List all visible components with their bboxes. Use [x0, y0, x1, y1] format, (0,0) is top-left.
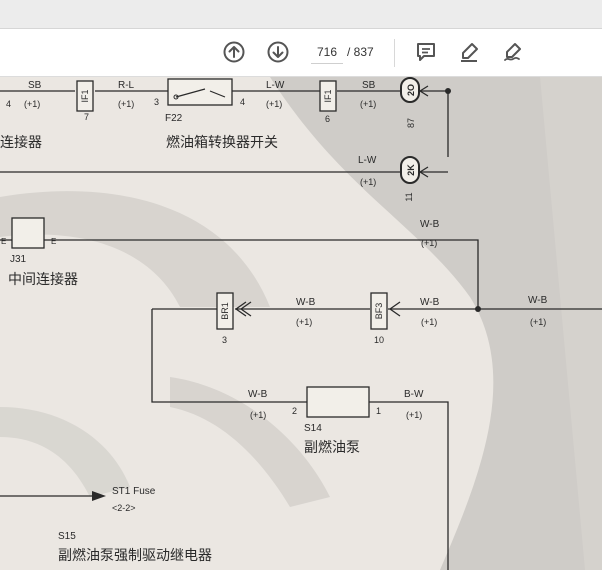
sb1-val: (+1): [24, 99, 40, 109]
switch-f22-box: [167, 78, 233, 106]
connector-2o-pin: 87: [406, 118, 416, 128]
comment-icon: [417, 43, 435, 61]
wiring-diagram: IF1 7 IF1 2O 2K BR1 BF3 SB (+1) 4 R-L (+…: [0, 77, 602, 570]
wb4-val: (+1): [530, 317, 546, 327]
wb3-label: W-B: [420, 297, 440, 308]
pdf-toolbar: 716 / 837: [0, 29, 602, 77]
connector-j31: [11, 217, 45, 249]
bw-val: (+1): [406, 410, 422, 420]
sb1-label: SB: [28, 80, 42, 91]
st1-ref: <2-2>: [112, 503, 136, 513]
s14-name: 副燃油泵: [304, 439, 360, 455]
j31-id: J31: [10, 254, 27, 265]
if1-left-label: IF1: [80, 89, 90, 102]
wb4-label: W-B: [528, 295, 548, 306]
br1-label: BR1: [220, 302, 230, 320]
f22-pin: 4: [240, 97, 245, 107]
bf3-pin: 10: [374, 335, 384, 345]
wb1-label: W-B: [420, 219, 440, 230]
highlighter-icon: [461, 43, 478, 62]
lw1-val: (+1): [266, 99, 282, 109]
previous-page-button[interactable]: [219, 37, 249, 67]
window-top-strip: [0, 0, 602, 29]
sign-icon: [504, 43, 521, 61]
s14-id: S14: [304, 423, 322, 434]
f22-id: F22: [165, 113, 183, 124]
page-number-input[interactable]: 716: [311, 41, 343, 64]
s14-pin1: 1: [376, 406, 381, 416]
j31-e1: E: [1, 237, 6, 246]
highlight-button[interactable]: [454, 37, 484, 67]
s15-name: 副燃油泵强制驱动继电器: [58, 547, 212, 563]
rl-num: 3: [154, 97, 159, 107]
arrow-down-circle-icon: [267, 41, 289, 63]
if1-right-label: IF1: [323, 89, 333, 102]
lw2-label: L-W: [358, 155, 377, 166]
s14-pin2: 2: [292, 406, 297, 416]
sb2-label: SB: [362, 80, 376, 91]
f22-name: 燃油箱转换器开关: [166, 134, 278, 150]
bw-label: B-W: [404, 389, 424, 400]
wb2-val: (+1): [296, 317, 312, 327]
connector-left-text: 连接器: [0, 134, 42, 150]
sign-button[interactable]: [498, 37, 528, 67]
s15-id: S15: [58, 531, 76, 542]
j31-e2: E: [51, 237, 56, 246]
rl-label: R-L: [118, 80, 135, 91]
toolbar-divider: [394, 39, 395, 67]
wb2-label: W-B: [296, 297, 316, 308]
sb1-num: 4: [6, 99, 11, 109]
j31-name: 中间连接器: [8, 271, 78, 287]
document-page: IF1 7 IF1 2O 2K BR1 BF3 SB (+1) 4 R-L (+…: [0, 77, 602, 570]
connector-2o-label: 2O: [406, 84, 416, 96]
lw2-val: (+1): [360, 177, 376, 187]
next-page-button[interactable]: [263, 37, 293, 67]
br1-pin: 3: [222, 335, 227, 345]
connector-2k-pin: 11: [404, 192, 414, 201]
st1-fuse-label: ST1 Fuse: [112, 486, 156, 497]
wb5-label: W-B: [248, 389, 268, 400]
wb5-val: (+1): [250, 410, 266, 420]
wb3-val: (+1): [421, 317, 437, 327]
comment-button[interactable]: [411, 37, 441, 67]
page-total-label: / 837: [347, 45, 374, 59]
lw1-label: L-W: [266, 80, 285, 91]
bf3-label: BF3: [374, 303, 384, 320]
connector-2k-label: 2K: [406, 164, 416, 176]
wb1-val: (+1): [421, 238, 437, 248]
arrow-up-circle-icon: [223, 41, 245, 63]
if1-left-pin: 7: [84, 112, 89, 122]
sb2-val: (+1): [360, 99, 376, 109]
pump-s14-box: [306, 386, 370, 418]
if1-right-pin: 6: [325, 114, 330, 124]
rl-val: (+1): [118, 99, 134, 109]
